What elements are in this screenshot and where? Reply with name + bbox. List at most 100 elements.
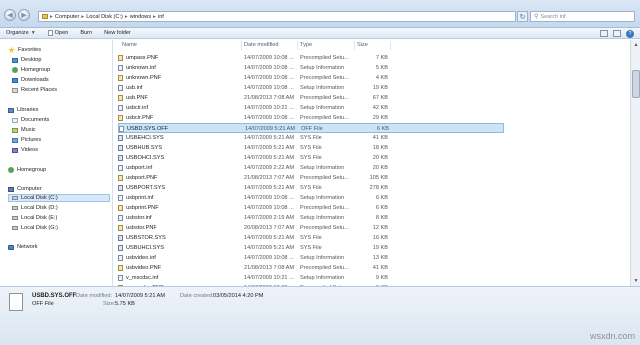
- nav-item-recent-places[interactable]: Recent Places: [12, 86, 57, 94]
- column-header-type[interactable]: Type: [300, 40, 312, 50]
- file-name: usbprint.inf: [126, 195, 154, 201]
- vertical-scrollbar[interactable]: ▲ ▼: [630, 40, 640, 286]
- open-button[interactable]: Open: [42, 28, 75, 38]
- nav-libraries[interactable]: Libraries: [8, 106, 38, 114]
- back-arrow-icon: ◀: [7, 12, 13, 19]
- column-divider[interactable]: [241, 41, 242, 50]
- address-bar[interactable]: ▸ Computer ▸ Local Disk (C:) ▸ windows ▸…: [38, 11, 516, 22]
- column-divider[interactable]: [390, 41, 391, 50]
- file-name: unknown.inf: [126, 65, 156, 71]
- nav-item-label: Music: [21, 127, 36, 133]
- file-name: USBPORT.SYS: [126, 185, 166, 191]
- new-folder-button[interactable]: New folder: [98, 28, 137, 38]
- file-date-modified: 14/07/2009 10:08 ...: [244, 65, 294, 71]
- nav-item-pictures[interactable]: Pictures: [12, 136, 41, 144]
- drive-icon: [12, 216, 18, 220]
- file-name-cell: usbvideo.inf: [118, 254, 236, 262]
- column-divider[interactable]: [297, 41, 298, 50]
- nav-favorites[interactable]: Favorites: [8, 46, 41, 54]
- back-button[interactable]: ◀: [4, 9, 16, 21]
- system-file-icon: [118, 245, 123, 251]
- burn-button[interactable]: Burn: [74, 28, 98, 38]
- nav-item-local-disk-g[interactable]: Local Disk (G:): [12, 224, 58, 232]
- file-row[interactable]: USBHUB.SYS 14/07/2009 5:21 AM SYS File 18 K…: [118, 143, 504, 153]
- setup-info-icon: [118, 105, 123, 111]
- file-name-cell: USBHUB.SYS: [118, 144, 236, 152]
- nav-item-documents[interactable]: Documents: [12, 116, 49, 124]
- file-row[interactable]: usbprint.PNF 14/07/2009 10:08 ... Precompi…: [118, 203, 504, 213]
- file-type: SYS File: [300, 235, 322, 241]
- nav-item-local-disk-c[interactable]: Local Disk (C:): [8, 194, 110, 202]
- file-date-modified: 14/07/2009 10:08 ...: [244, 205, 294, 211]
- drive-icon: [12, 196, 18, 200]
- file-row[interactable]: usbprint.inf 14/07/2009 10:08 ... Setup In…: [118, 193, 504, 203]
- file-row[interactable]: umpass.PNF 14/07/2009 10:08 ... Precompile…: [118, 53, 504, 63]
- nav-network[interactable]: Network: [8, 243, 38, 251]
- file-row[interactable]: usb.PNF 21/08/2013 7:08 AM Precompiled Set…: [118, 93, 504, 103]
- file-row[interactable]: unknown.PNF 14/07/2009 10:08 ... Precompil…: [118, 73, 504, 83]
- system-file-icon: [118, 145, 123, 151]
- file-row[interactable]: usbcir.PNF 14/07/2009 10:08 ... Precompile…: [118, 113, 504, 123]
- preview-pane-icon[interactable]: [613, 30, 621, 37]
- breadcrumb-inf[interactable]: inf: [158, 14, 164, 20]
- file-row[interactable]: USBEHCI.SYS 14/07/2009 5:21 AM SYS File 41 …: [118, 133, 504, 143]
- file-row[interactable]: usbcir.inf 14/07/2009 10:21 ... Setup Info…: [118, 103, 504, 113]
- help-icon[interactable]: ?: [626, 29, 634, 38]
- column-divider[interactable]: [354, 41, 355, 50]
- breadcrumb-separator-icon: ▸: [124, 13, 128, 20]
- breadcrumb-computer[interactable]: Computer: [55, 14, 80, 20]
- scroll-down-icon[interactable]: ▼: [632, 277, 640, 285]
- column-header-name[interactable]: Name: [122, 40, 137, 50]
- file-date-modified: 14/07/2009 10:21 ...: [244, 275, 294, 281]
- forward-button[interactable]: ▶: [18, 9, 30, 21]
- nav-item-label: Homegroup: [21, 67, 51, 73]
- details-date-created: 03/05/2014 4:20 PM: [213, 293, 264, 299]
- file-row[interactable]: USBPORT.SYS 14/07/2009 5:21 AM SYS File 278…: [118, 183, 504, 193]
- view-controls: ?: [600, 28, 634, 39]
- file-row[interactable]: USBSTOR.SYS 14/07/2009 5:21 AM SYS File 16 …: [118, 233, 504, 243]
- breadcrumb-windows[interactable]: windows: [130, 14, 151, 20]
- file-row[interactable]: usbvideo.inf 14/07/2009 10:08 ... Setup In…: [118, 253, 504, 263]
- nav-computer[interactable]: Computer: [8, 185, 42, 193]
- nav-item-videos[interactable]: Videos: [12, 146, 38, 154]
- file-name-cell: usbprint.inf: [118, 194, 236, 202]
- setup-info-icon: [118, 85, 123, 91]
- file-row[interactable]: v_mscdsc.inf 14/07/2009 10:21 ... Setup In…: [118, 273, 504, 283]
- file-row[interactable]: USBD.SYS.OFF 14/07/2009 5:21 AM OFF File 6 …: [118, 123, 504, 133]
- file-row[interactable]: USBUHCI.SYS 14/07/2009 5:21 AM SYS File 19 …: [118, 243, 504, 253]
- file-row[interactable]: usbstor.inf 14/07/2009 2:19 AM Setup Infor…: [118, 213, 504, 223]
- nav-item-downloads[interactable]: Downloads: [12, 76, 49, 84]
- file-name: usbport.PNF: [126, 175, 158, 181]
- file-row[interactable]: usbstor.PNF 20/08/2013 7:07 AM Precompiled…: [118, 223, 504, 233]
- file-row[interactable]: usbport.PNF 21/08/2013 7:07 AM Precompiled…: [118, 173, 504, 183]
- breadcrumb-local-disk-c[interactable]: Local Disk (C:): [86, 14, 123, 20]
- file-row[interactable]: usbvideo.PNF 21/08/2013 7:08 AM Precompile…: [118, 263, 504, 273]
- file-row[interactable]: unknown.inf 14/07/2009 10:08 ... Setup Inf…: [118, 63, 504, 73]
- file-row[interactable]: USBOHCI.SYS 14/07/2009 5:21 AM SYS File 20 …: [118, 153, 504, 163]
- refresh-button[interactable]: ↻: [517, 11, 528, 22]
- file-name: usbcir.PNF: [126, 115, 154, 121]
- file-size: 6 KB: [376, 126, 389, 132]
- scroll-thumb[interactable]: [632, 70, 640, 98]
- libraries-icon: [8, 107, 14, 113]
- file-type: Setup Information: [300, 105, 345, 111]
- file-name: usbstor.inf: [126, 215, 152, 221]
- nav-item-desktop[interactable]: Desktop: [12, 56, 42, 64]
- nav-item-music[interactable]: Music: [12, 126, 36, 134]
- file-date-modified: 14/07/2009 10:08 ...: [244, 195, 294, 201]
- search-input[interactable]: ⚲ Search inf: [530, 11, 635, 22]
- file-name-cell: USBOHCI.SYS: [118, 154, 236, 162]
- organize-button[interactable]: Organize ▼: [0, 28, 42, 38]
- column-header-date[interactable]: Date modified: [244, 40, 279, 50]
- nav-item-local-disk-e[interactable]: Local Disk (E:): [12, 214, 57, 222]
- nav-item-local-disk-d[interactable]: Local Disk (D:): [12, 204, 58, 212]
- file-type: Setup Information: [300, 215, 345, 221]
- view-options-icon[interactable]: [600, 30, 608, 37]
- scroll-up-icon[interactable]: ▲: [632, 41, 640, 49]
- nav-homegroup[interactable]: Homegroup: [8, 166, 46, 174]
- file-name-cell: umpass.PNF: [118, 54, 236, 62]
- column-header-size[interactable]: Size: [357, 40, 368, 50]
- file-row[interactable]: usbport.inf 14/07/2009 2:22 AM Setup Infor…: [118, 163, 504, 173]
- nav-item-homegroup[interactable]: Homegroup: [12, 66, 50, 74]
- file-row[interactable]: usb.inf 14/07/2009 10:08 ... Setup Informa…: [118, 83, 504, 93]
